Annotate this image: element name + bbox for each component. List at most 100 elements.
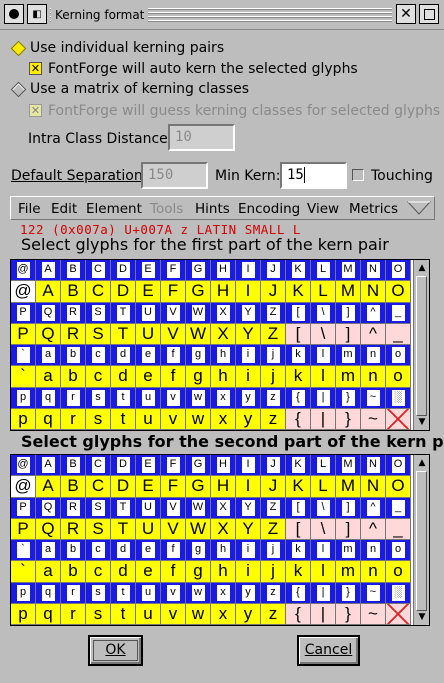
- glyph-cell[interactable]: \: [311, 323, 336, 345]
- glyph-cell[interactable]: U: [136, 518, 161, 540]
- glyph-cell[interactable]: Z: [261, 323, 286, 345]
- glyph-cell[interactable]: I: [236, 281, 261, 303]
- scroll-up-icon[interactable]: ▲: [415, 456, 429, 470]
- glyph-cell[interactable]: v: [161, 408, 186, 430]
- second-grid-scrollbar[interactable]: ▲ ▼: [413, 455, 429, 625]
- glyph-cell[interactable]: h: [211, 561, 236, 583]
- glyph-cell[interactable]: d: [111, 366, 136, 388]
- glyph-cell[interactable]: M: [336, 281, 361, 303]
- glyph-cell[interactable]: V: [161, 518, 186, 540]
- glyph-cell[interactable]: v: [161, 603, 186, 625]
- individual-pairs-radio[interactable]: [10, 40, 27, 57]
- glyph-cell[interactable]: r: [61, 603, 86, 625]
- glyph-cell[interactable]: ^: [361, 323, 386, 345]
- glyph-cell[interactable]: G: [186, 476, 211, 498]
- close-button[interactable]: ✕: [396, 4, 416, 24]
- glyph-cell[interactable]: u: [136, 603, 161, 625]
- glyph-cell[interactable]: t: [111, 603, 136, 625]
- glyph-cell[interactable]: K: [286, 281, 311, 303]
- auto-kern-checkbox[interactable]: ✕: [29, 62, 42, 75]
- glyph-cell[interactable]: s: [86, 603, 111, 625]
- glyph-cell[interactable]: W: [186, 323, 211, 345]
- menu-overflow-arrow-icon[interactable]: [407, 201, 431, 215]
- glyph-cell[interactable]: [386, 603, 411, 625]
- glyph-cell[interactable]: ~: [361, 603, 386, 625]
- glyph-cell[interactable]: H: [211, 476, 236, 498]
- guess-classes-checkbox[interactable]: ✕: [29, 104, 42, 117]
- glyph-cell[interactable]: J: [261, 476, 286, 498]
- glyph-cell[interactable]: g: [186, 366, 211, 388]
- glyph-cell[interactable]: f: [161, 366, 186, 388]
- glyph-cell[interactable]: V: [161, 323, 186, 345]
- glyph-cell[interactable]: {: [286, 603, 311, 625]
- glyph-cell[interactable]: O: [386, 281, 411, 303]
- glyph-cell[interactable]: R: [61, 323, 86, 345]
- glyph-cell[interactable]: H: [211, 281, 236, 303]
- glyph-cell[interactable]: p: [11, 603, 36, 625]
- glyph-cell[interactable]: E: [136, 476, 161, 498]
- glyph-cell[interactable]: ]: [336, 323, 361, 345]
- glyph-cell[interactable]: |: [311, 408, 336, 430]
- glyph-cell[interactable]: j: [261, 561, 286, 583]
- glyph-cell[interactable]: Y: [236, 518, 261, 540]
- glyph-cell[interactable]: u: [136, 408, 161, 430]
- glyph-cell[interactable]: @: [11, 281, 36, 303]
- glyph-cell[interactable]: U: [136, 323, 161, 345]
- intra-class-field[interactable]: 10: [168, 124, 235, 151]
- glyph-cell[interactable]: m: [336, 561, 361, 583]
- glyph-cell[interactable]: ~: [361, 408, 386, 430]
- scroll-up-icon[interactable]: ▲: [415, 261, 429, 275]
- matrix-classes-radio[interactable]: [10, 81, 27, 98]
- glyph-cell[interactable]: f: [161, 561, 186, 583]
- glyph-cell[interactable]: c: [86, 366, 111, 388]
- glyph-cell[interactable]: [386, 408, 411, 430]
- glyph-cell[interactable]: c: [86, 561, 111, 583]
- glyph-cell[interactable]: q: [36, 603, 61, 625]
- glyph-cell[interactable]: Q: [36, 518, 61, 540]
- glyph-cell[interactable]: e: [136, 366, 161, 388]
- glyph-cell[interactable]: Y: [236, 323, 261, 345]
- first-grid-scrollbar[interactable]: ▲ ▼: [413, 260, 429, 430]
- glyph-cell[interactable]: n: [361, 366, 386, 388]
- scroll-down-icon[interactable]: ▼: [415, 610, 429, 624]
- glyph-cell[interactable]: ]: [336, 518, 361, 540]
- touching-checkbox[interactable]: [352, 169, 364, 181]
- glyph-cell[interactable]: F: [161, 281, 186, 303]
- glyph-cell[interactable]: D: [111, 281, 136, 303]
- glyph-cell[interactable]: _: [386, 323, 411, 345]
- glyph-cell[interactable]: T: [111, 518, 136, 540]
- min-kern-field[interactable]: 15: [280, 162, 347, 189]
- glyph-cell[interactable]: _: [386, 518, 411, 540]
- glyph-cell[interactable]: k: [286, 561, 311, 583]
- window-menu-button[interactable]: [4, 4, 24, 24]
- menu-view[interactable]: View: [307, 201, 339, 217]
- glyph-cell[interactable]: i: [236, 561, 261, 583]
- glyph-cell[interactable]: A: [36, 476, 61, 498]
- glyph-cell[interactable]: t: [111, 408, 136, 430]
- glyph-cell[interactable]: o: [386, 561, 411, 583]
- glyph-cell[interactable]: B: [61, 476, 86, 498]
- glyph-cell[interactable]: z: [261, 603, 286, 625]
- glyph-cell[interactable]: `: [11, 561, 36, 583]
- menu-edit[interactable]: Edit: [51, 201, 77, 217]
- glyph-cell[interactable]: `: [11, 366, 36, 388]
- glyph-cell[interactable]: }: [336, 603, 361, 625]
- glyph-cell[interactable]: {: [286, 408, 311, 430]
- cancel-button[interactable]: Cancel: [297, 635, 360, 666]
- glyph-cell[interactable]: S: [86, 518, 111, 540]
- glyph-cell[interactable]: G: [186, 281, 211, 303]
- glyph-cell[interactable]: P: [11, 518, 36, 540]
- scroll-down-icon[interactable]: ▼: [415, 415, 429, 429]
- glyph-cell[interactable]: l: [311, 561, 336, 583]
- glyph-cell[interactable]: j: [261, 366, 286, 388]
- menu-hints[interactable]: Hints: [195, 201, 230, 217]
- glyph-cell[interactable]: [: [286, 323, 311, 345]
- glyph-cell[interactable]: E: [136, 281, 161, 303]
- glyph-cell[interactable]: P: [11, 323, 36, 345]
- glyph-cell[interactable]: Q: [36, 323, 61, 345]
- glyph-cell[interactable]: L: [311, 476, 336, 498]
- glyph-cell[interactable]: X: [211, 518, 236, 540]
- glyph-cell[interactable]: o: [386, 366, 411, 388]
- glyph-cell[interactable]: L: [311, 281, 336, 303]
- glyph-cell[interactable]: W: [186, 518, 211, 540]
